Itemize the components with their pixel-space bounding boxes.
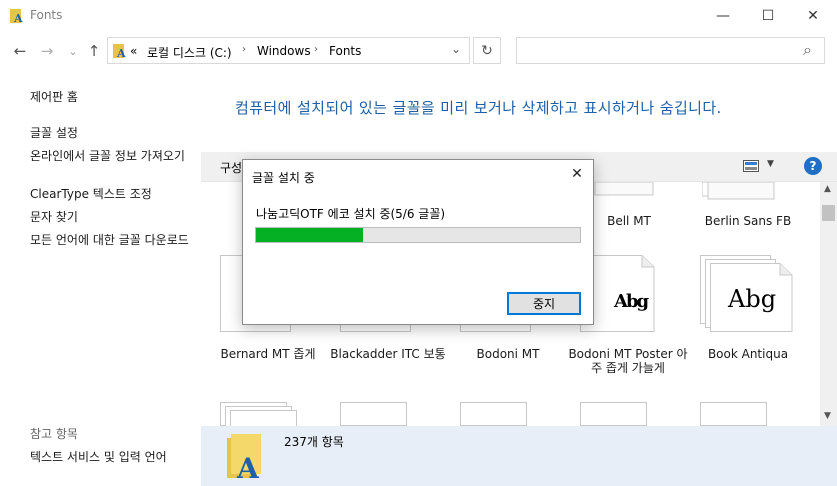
back-button[interactable]: ← [9, 40, 31, 62]
font-sample-text: Abg [728, 285, 777, 313]
details-pane: A 237개 항목 [201, 426, 837, 486]
help-button[interactable]: ? [804, 157, 822, 175]
font-tile-icon[interactable] [220, 402, 297, 427]
view-dropdown-icon[interactable]: ▼ [767, 159, 774, 169]
forward-button[interactable]: → [36, 40, 58, 62]
item-count: 237개 항목 [284, 435, 344, 449]
address-dropdown-icon[interactable]: ⌄ [451, 42, 461, 56]
breadcrumb-separator[interactable]: › [242, 44, 246, 55]
search-input[interactable] [521, 41, 791, 60]
fonts-folder-icon: A [113, 44, 126, 59]
view-icon[interactable] [743, 160, 759, 172]
font-tile-icon[interactable] [583, 181, 659, 196]
svg-text:A: A [116, 47, 126, 59]
font-tile-label[interactable]: Berlin Sans FB [688, 214, 808, 228]
font-tile-label[interactable]: Blackadder ITC 보통 [328, 347, 448, 361]
scroll-down-icon[interactable]: ▼ [824, 411, 831, 421]
minimize-button[interactable]: — [700, 0, 746, 32]
font-sample-text: Abg [614, 291, 649, 312]
up-button[interactable]: ↑ [83, 40, 105, 62]
search-icon[interactable]: ⌕ [803, 40, 812, 60]
font-tile-label[interactable]: Book Antiqua [688, 347, 808, 361]
install-progress-bar [255, 227, 581, 243]
vertical-scrollbar[interactable]: ▲ ▼ [820, 182, 837, 426]
breadcrumb-local-disk[interactable]: 로컬 디스크 (C:) [147, 44, 232, 61]
breadcrumb-windows[interactable]: Windows [257, 44, 311, 58]
font-tile-label[interactable]: Bernard MT 좁게 [208, 347, 328, 361]
find-character-link[interactable]: 문자 찾기 [30, 210, 78, 225]
install-progress-message: 나눔고딕OTF 에코 설치 중(5/6 글꼴) [256, 207, 446, 221]
breadcrumb-overflow[interactable]: « [130, 44, 137, 58]
text-services-link[interactable]: 텍스트 서비스 및 입력 언어 [30, 450, 167, 465]
get-font-info-online-link[interactable]: 온라인에서 글꼴 정보 가져오기 [30, 149, 190, 164]
breadcrumb-fonts[interactable]: Fonts [329, 44, 361, 58]
dialog-close-button[interactable]: ✕ [568, 166, 586, 184]
font-tile-icon[interactable] [700, 402, 776, 426]
refresh-button[interactable]: ↻ [473, 37, 501, 64]
address-bar[interactable]: A « 로컬 디스크 (C:) › Windows › Fonts ⌄ [107, 37, 470, 64]
breadcrumb-separator[interactable]: › [314, 44, 318, 55]
font-tile-icon[interactable] [580, 402, 656, 426]
svg-text:A: A [13, 12, 23, 24]
install-progress-fill [256, 228, 363, 242]
svg-text:A: A [236, 452, 260, 480]
font-tile-icon[interactable]: Abg [700, 255, 793, 333]
adjust-cleartype-link[interactable]: ClearType 텍스트 조정 [30, 187, 152, 202]
fonts-folder-icon: A [10, 9, 23, 24]
fonts-folder-large-icon: A [227, 434, 261, 480]
scroll-up-icon[interactable]: ▲ [824, 184, 831, 194]
download-all-languages-link[interactable]: 모든 언어에 대한 글꼴 다운로드 [30, 233, 195, 248]
font-tile-icon[interactable] [340, 402, 416, 426]
close-window-button[interactable]: ✕ [790, 0, 836, 32]
installing-fonts-dialog: 글꼴 설치 중 ✕ 나눔고딕OTF 에코 설치 중(5/6 글꼴) 중지 [242, 159, 594, 325]
scrollbar-thumb[interactable] [822, 205, 835, 221]
page-heading: 컴퓨터에 설치되어 있는 글꼴을 미리 보거나 삭제하고 표시하거나 숨깁니다. [235, 99, 722, 117]
control-panel-home-link[interactable]: 제어판 홈 [30, 90, 78, 105]
search-box[interactable]: ⌕ [516, 37, 825, 64]
font-tile-icon[interactable] [701, 181, 778, 200]
font-tile-label[interactable]: Bodoni MT Poster 아주 좁게 가늘게 [568, 347, 688, 375]
dialog-title: 글꼴 설치 중 [252, 171, 315, 185]
organize-menu[interactable]: 구성 [220, 159, 242, 176]
window-title: Fonts [30, 8, 63, 22]
recent-locations-dropdown[interactable]: ⌄ [62, 40, 84, 62]
font-tile-label[interactable]: Bodoni MT [448, 347, 568, 361]
font-tile-icon[interactable] [460, 402, 536, 426]
see-also-heading: 참고 항목 [30, 427, 78, 441]
maximize-button[interactable]: ☐ [745, 0, 791, 32]
font-settings-link[interactable]: 글꼴 설정 [30, 126, 78, 141]
stop-button[interactable]: 중지 [507, 292, 581, 315]
